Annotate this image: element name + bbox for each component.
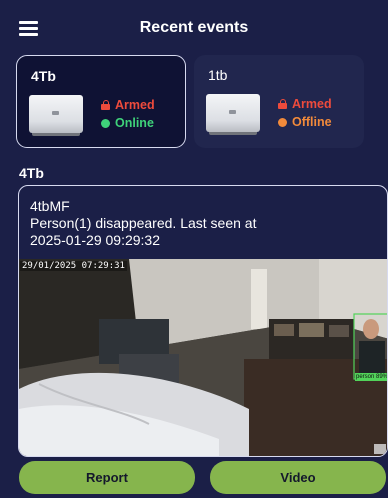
lock-icon — [101, 100, 110, 110]
section-title: 4Tb — [19, 165, 44, 181]
device-name: 4Tb — [31, 68, 56, 84]
report-button[interactable]: Report — [19, 461, 195, 494]
camera-timestamp: 29/01/2025 07:29:31 — [20, 261, 127, 271]
event-description: 4tbMF Person(1) disappeared. Last seen a… — [30, 198, 256, 249]
event-card[interactable]: 4tbMF Person(1) disappeared. Last seen a… — [18, 185, 388, 457]
camera-scene-image — [19, 259, 387, 456]
lock-icon — [278, 99, 287, 109]
armed-status: Armed — [101, 98, 155, 112]
video-button[interactable]: Video — [210, 461, 386, 494]
hub-device-icon — [29, 95, 83, 136]
device-card-1tb[interactable]: 1tb Armed Offline — [194, 55, 364, 148]
device-name: 1tb — [208, 67, 228, 83]
armed-label: Armed — [115, 98, 155, 112]
status-dot-icon — [101, 118, 110, 128]
connection-status: Offline — [278, 115, 332, 129]
app-header: Recent events — [0, 0, 388, 56]
connection-status: Online — [101, 116, 154, 130]
connection-label: Offline — [292, 115, 332, 129]
event-message: Person(1) disappeared. Last seen at — [30, 215, 257, 231]
device-card-4tb[interactable]: 4Tb Armed Online — [16, 55, 186, 148]
detection-label: person 89% — [356, 374, 388, 380]
page-title: Recent events — [139, 19, 249, 36]
event-time: 2025-01-29 09:29:32 — [30, 232, 160, 248]
armed-status: Armed — [278, 97, 332, 111]
event-source: 4tbMF — [30, 198, 70, 214]
hub-device-icon — [206, 94, 260, 135]
armed-label: Armed — [292, 97, 332, 111]
connection-label: Online — [115, 116, 154, 130]
camera-snapshot[interactable]: 29/01/2025 07:29:31 person 89% — [19, 259, 388, 456]
status-dot-icon — [278, 117, 287, 127]
